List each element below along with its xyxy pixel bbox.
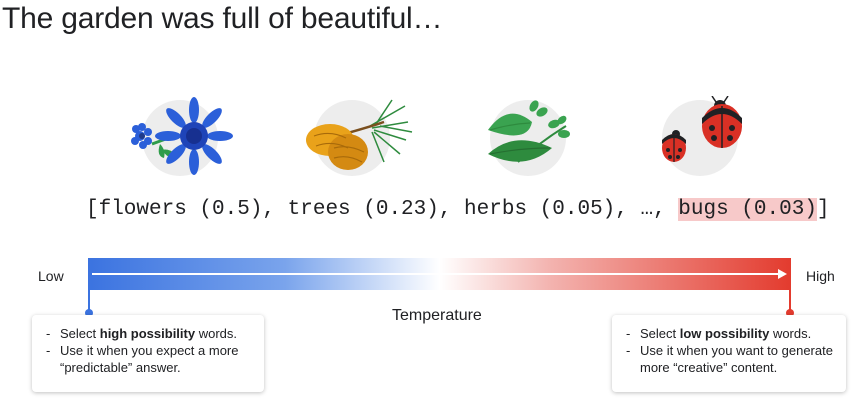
low-card-item-1: Select high possibility words. — [46, 325, 252, 342]
words-suffix: ] — [816, 198, 830, 221]
page-title: The garden was full of beautiful… — [2, 2, 443, 35]
high-card-item-2: Use it when you want to generate more “c… — [626, 342, 834, 376]
low-card-item-2: Use it when you expect a more “predictab… — [46, 342, 252, 376]
bugs-icon — [656, 96, 786, 176]
high-label: High — [806, 268, 835, 284]
arrow-line — [92, 273, 780, 275]
high-temperature-card: Select low possibility words. Use it whe… — [612, 315, 846, 392]
herbs-icon — [478, 96, 608, 176]
low-temperature-card: Select high possibility words. Use it wh… — [32, 315, 264, 392]
word-probabilities: [flowers (0.5), trees (0.23), herbs (0.0… — [86, 198, 830, 221]
high-card-item-1: Select low possibility words. — [626, 325, 834, 342]
trees-icon — [300, 96, 430, 176]
arrow-head-icon — [778, 269, 787, 279]
temperature-label: Temperature — [392, 307, 482, 324]
words-prefix: [flowers (0.5), trees (0.23), herbs (0.0… — [86, 198, 679, 221]
highlighted-word: bugs (0.03) — [678, 198, 817, 221]
low-label: Low — [38, 268, 64, 284]
flowers-icon — [122, 96, 252, 176]
